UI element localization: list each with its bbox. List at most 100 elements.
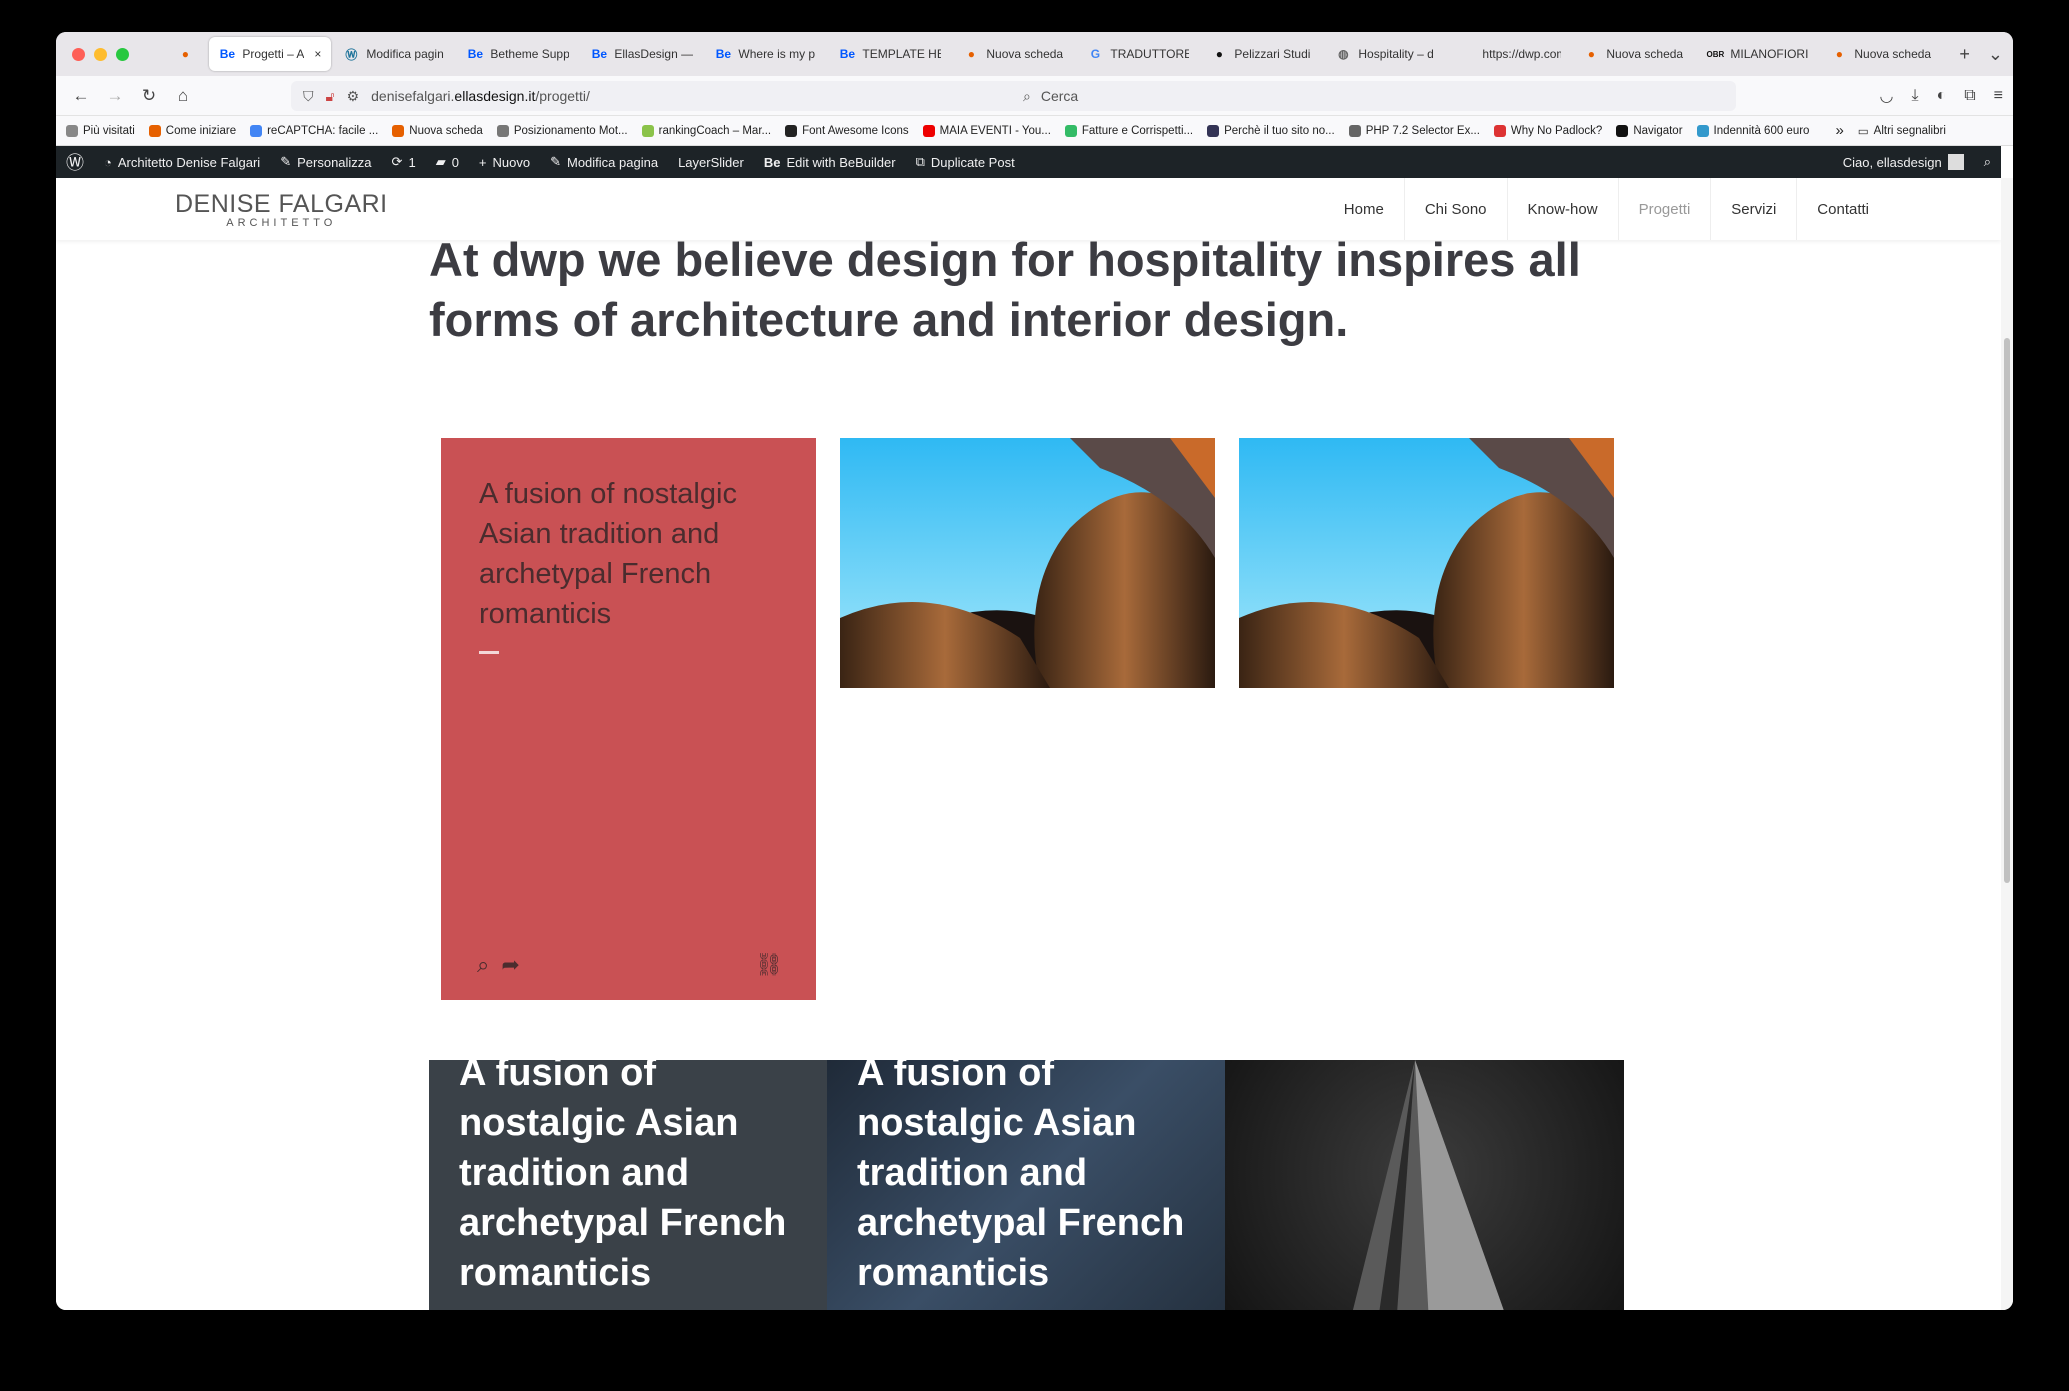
bookmark-item[interactable]: Perchè il tuo sito no... xyxy=(1207,124,1335,137)
bookmark-item[interactable]: rankingCoach – Mar... xyxy=(641,124,771,137)
bookmark-favicon-icon xyxy=(1616,124,1629,137)
customize-link[interactable]: ✎ Personalizza xyxy=(270,146,381,178)
tab-13[interactable]: OBR MILANOFIORI xyxy=(1697,37,1819,71)
zoom-icon[interactable]: ⌕ xyxy=(477,952,489,978)
tab-6[interactable]: Be TEMPLATE HE xyxy=(829,37,951,71)
project-card-text: A fusion of nostalgic Asian tradition an… xyxy=(857,1060,1185,1294)
bebuilder-link[interactable]: Be Edit with BeBuilder xyxy=(754,146,906,178)
menu-item-know-how[interactable]: Know-how xyxy=(1506,178,1618,240)
project-card-red[interactable]: A fusion of nostalgic Asian tradition an… xyxy=(441,438,816,1000)
reload-icon[interactable]: ↻ xyxy=(132,86,166,106)
account-link[interactable]: Ciao, ellasdesign xyxy=(1833,146,1974,178)
menu-icon[interactable]: ≡ xyxy=(1994,87,2003,105)
bookmark-label: reCAPTCHA: facile ... xyxy=(267,124,379,137)
bookmark-item[interactable]: Fatture e Corrispetti... xyxy=(1064,124,1193,137)
tab-3[interactable]: Be Betheme Supp xyxy=(457,37,579,71)
duplicate-post-link[interactable]: ⧉ Duplicate Post xyxy=(906,146,1025,178)
layerslider-link[interactable]: LayerSlider xyxy=(668,146,754,178)
bookmark-item[interactable]: Font Awesome Icons xyxy=(785,124,909,137)
share-icon[interactable]: ➦ xyxy=(501,952,519,978)
tab-11[interactable]: https://dwp.com/ill xyxy=(1449,37,1571,71)
bookmarks-bar: Più visitati Come iniziare reCAPTCHA: faci… xyxy=(56,116,2013,146)
bookmark-item[interactable]: Nuova scheda xyxy=(392,124,483,137)
project-card-dark-2[interactable]: A fusion of nostalgic Asian tradition an… xyxy=(827,1060,1225,1310)
menu-item-contatti[interactable]: Contatti xyxy=(1796,178,1889,240)
tab-title: Nuova scheda xyxy=(1606,47,1684,61)
other-bookmarks[interactable]: ▭ Altri segnalibri xyxy=(1858,124,1946,138)
tab-title: Nuova scheda xyxy=(986,47,1064,61)
bookmark-favicon-icon xyxy=(1064,124,1077,137)
bookmark-item[interactable]: Come iniziare xyxy=(148,124,237,137)
lock-icon[interactable]: 🔓︎ xyxy=(326,88,335,105)
new-content-link[interactable]: + Nuovo xyxy=(469,146,540,178)
admin-search-icon[interactable]: ⌕ xyxy=(1974,146,2001,178)
close-tab-icon[interactable]: × xyxy=(314,47,321,61)
tab-7[interactable]: ● Nuova scheda xyxy=(953,37,1075,71)
menu-item-servizi[interactable]: Servizi xyxy=(1710,178,1796,240)
page-scrollbar[interactable] xyxy=(2001,178,2013,1310)
tab-8[interactable]: G TRADUTTORE xyxy=(1077,37,1199,71)
project-photo-2[interactable] xyxy=(1239,438,1614,688)
home-icon[interactable]: ⌂ xyxy=(166,86,200,106)
bookmark-item[interactable]: MAIA EVENTI - You... xyxy=(922,124,1051,137)
permissions-icon[interactable]: ⚙︎ xyxy=(347,88,360,105)
project-photo-1[interactable] xyxy=(840,438,1215,688)
menu-item-progetti[interactable]: Progetti xyxy=(1617,178,1711,240)
project-card-dark-1[interactable]: A fusion of nostalgic Asian tradition an… xyxy=(429,1060,827,1310)
project-card-text: A fusion of nostalgic Asian tradition an… xyxy=(479,478,737,630)
forward-icon[interactable]: → xyxy=(98,86,132,106)
site-logo[interactable]: DENISE FALGARI ARCHITETTO xyxy=(175,190,388,229)
menu-item-home[interactable]: Home xyxy=(1324,178,1404,240)
comments-count: 0 xyxy=(451,154,459,170)
bookmarks-more-button[interactable]: » xyxy=(1835,122,1843,139)
zoom-window-button[interactable] xyxy=(116,47,129,61)
tab-5[interactable]: Be Where is my p xyxy=(705,37,827,71)
minimize-window-button[interactable] xyxy=(94,47,107,61)
close-window-button[interactable] xyxy=(72,47,85,61)
menu-item-chi-sono[interactable]: Chi Sono xyxy=(1403,178,1507,240)
bookmark-item[interactable]: reCAPTCHA: facile ... xyxy=(250,124,379,137)
edit-page-link[interactable]: ✎ Modifica pagina xyxy=(540,146,668,178)
tab-list-button[interactable]: ⌄ xyxy=(1978,44,2013,65)
tab-0[interactable]: ● xyxy=(167,37,207,71)
tab-2[interactable]: Ⓦ Modifica pagin xyxy=(333,37,455,71)
downloads-icon[interactable]: ⤓ xyxy=(1911,87,1918,105)
tab-title: Pelizzari Studi xyxy=(1234,47,1311,61)
behance-icon: Be xyxy=(591,47,608,61)
project-card-text: A fusion of nostalgic Asian tradition an… xyxy=(459,1060,787,1294)
updates-link[interactable]: ⟳ 1 xyxy=(382,146,426,178)
bookmark-favicon-icon xyxy=(250,124,263,137)
building-image xyxy=(1239,438,1614,688)
back-icon[interactable]: ← xyxy=(64,86,98,106)
tabs: ● Be Progetti – A × Ⓦ Modifica pagin Be Betheme… xyxy=(167,37,1943,71)
bookmark-item[interactable]: Navigator xyxy=(1616,124,1683,137)
puzzle-icon[interactable]: ⧉ xyxy=(1964,87,1975,105)
bookmark-item[interactable]: Why No Padlock? xyxy=(1493,124,1602,137)
project-photo-bw[interactable] xyxy=(1225,1060,1624,1310)
scrollbar-thumb[interactable] xyxy=(2004,338,2010,883)
bookmark-item[interactable]: Posizionamento Mot... xyxy=(496,124,628,137)
tab-10[interactable]: ◍ Hospitality – d xyxy=(1325,37,1447,71)
wordpress-logo-icon[interactable]: Ⓦ xyxy=(56,146,94,178)
site-name-link[interactable]: ◔ Architetto Denise Falgari xyxy=(94,146,270,178)
bookmark-favicon-icon xyxy=(392,124,405,137)
bookmark-item[interactable]: Più visitati xyxy=(66,124,135,137)
tab-1[interactable]: Be Progetti – A × xyxy=(209,37,332,71)
tab-9[interactable]: ● Pelizzari Studi xyxy=(1201,37,1323,71)
tab-4[interactable]: Be EllasDesign — xyxy=(581,37,703,71)
new-tab-button[interactable]: + xyxy=(1951,44,1978,65)
bookmark-label: Come iniziare xyxy=(165,124,237,137)
bookmark-item[interactable]: PHP 7.2 Selector Ex... xyxy=(1348,124,1480,137)
card-actions: ⌕ ➦ ⛓︎ xyxy=(477,952,783,978)
tab-14[interactable]: ● Nuova scheda xyxy=(1821,37,1943,71)
comments-link[interactable]: ▰ 0 xyxy=(426,146,469,178)
shield-icon[interactable]: ⛉ xyxy=(303,88,314,105)
search-input[interactable]: ⌕ Cerca xyxy=(1011,81,1736,111)
bookmark-item[interactable]: Indennità 600 euro xyxy=(1696,124,1809,137)
tab-12[interactable]: ● Nuova scheda xyxy=(1573,37,1695,71)
url-bar[interactable]: ⛉ 🔓︎ ⚙︎ denisefalgari.ellasdesign.it/pro… xyxy=(291,81,1056,111)
pocket-icon[interactable]: ◡ xyxy=(1880,86,1894,106)
extensions-icon[interactable]: ◐ xyxy=(1937,87,1947,105)
link-icon[interactable]: ⛓︎ xyxy=(755,952,783,978)
url-text[interactable]: denisefalgari.ellasdesign.it/progetti/ xyxy=(371,88,590,104)
